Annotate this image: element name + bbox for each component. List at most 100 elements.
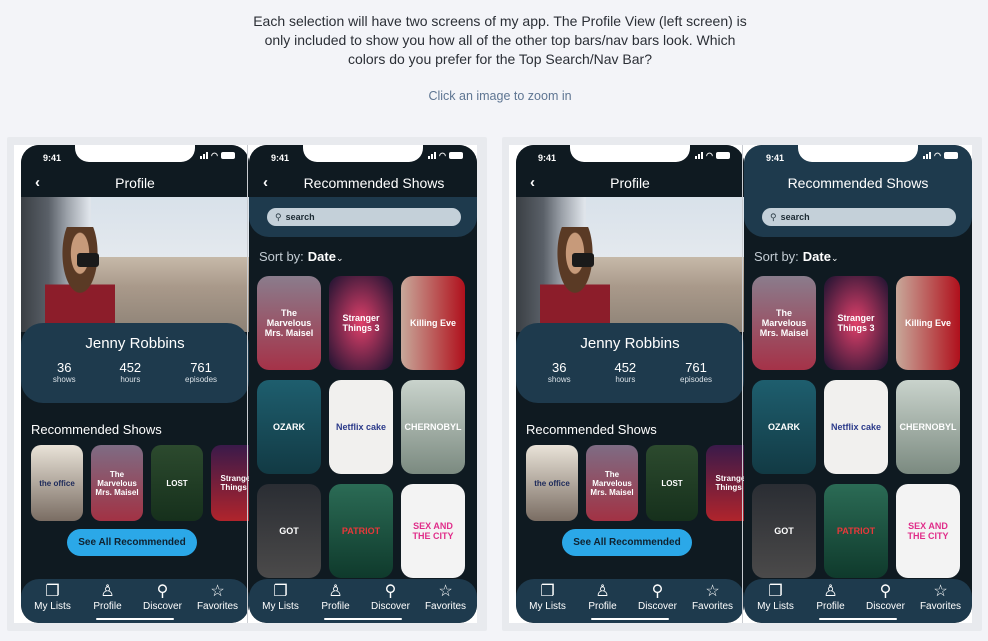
poster[interactable]: The Marvelous Mrs. Maisel xyxy=(752,276,816,370)
poster[interactable]: GOT xyxy=(752,484,816,578)
tab-my-lists[interactable]: ❐ My Lists xyxy=(27,579,79,623)
poster[interactable]: CHERNOBYL xyxy=(896,380,960,474)
recommended-row: the office The Marvelous Mrs. Maisel LOS… xyxy=(31,445,249,521)
battery-icon xyxy=(716,152,730,159)
profile-card: Jenny Robbins 36 shows 452 hours 761 episod… xyxy=(21,323,249,403)
recommended-row: the office The Marvelous Mrs. Maisel LOS… xyxy=(526,445,744,521)
stat-hours: 452 hours xyxy=(614,360,637,384)
signal-icon xyxy=(428,152,437,159)
tab-favorites[interactable]: ☆ Favorites xyxy=(915,579,967,623)
tab-discover[interactable]: ⚲ Discover xyxy=(137,579,189,623)
status-bar: 9:41 ◠ xyxy=(516,145,744,165)
profile-name: Jenny Robbins xyxy=(580,335,680,352)
recommended-title: Recommended Shows xyxy=(31,422,162,437)
sort-control[interactable]: Sort by: Date⌄ xyxy=(259,249,344,264)
poster[interactable]: Killing Eve xyxy=(401,276,465,370)
poster[interactable]: the office xyxy=(526,445,578,521)
notch xyxy=(303,145,423,162)
signal-icon xyxy=(695,152,704,159)
tab-discover[interactable]: ⚲ Discover xyxy=(365,579,417,623)
poster[interactable]: LOST xyxy=(646,445,698,521)
search-input[interactable]: ⚲ search xyxy=(267,208,461,226)
poster[interactable]: Stranger Things 3 xyxy=(211,445,249,521)
wifi-icon: ◠ xyxy=(706,151,713,160)
search-input[interactable]: ⚲ search xyxy=(762,208,956,226)
recommended-screen: Recommended Shows 9:41 ◠ ⚲ search Sort by… xyxy=(744,145,972,623)
option-a-image[interactable]: ‹ Profile 9:41 ◠ Jenny Robbins 36 shows 4… xyxy=(14,145,477,623)
poster[interactable]: PATRIOT xyxy=(329,484,393,578)
wifi-icon: ◠ xyxy=(211,151,218,160)
star-icon: ☆ xyxy=(933,583,948,600)
poster[interactable]: Stranger Things 3 xyxy=(706,445,744,521)
profile-name: Jenny Robbins xyxy=(85,335,185,352)
tab-profile[interactable]: ♙ Profile xyxy=(577,579,629,623)
stat-episodes: 761 episodes xyxy=(680,360,713,384)
poster[interactable]: LOST xyxy=(151,445,203,521)
profile-photo xyxy=(21,197,249,332)
poster[interactable]: OZARK xyxy=(752,380,816,474)
status-bar: 9:41 ◠ xyxy=(249,145,477,165)
tab-discover[interactable]: ⚲ Discover xyxy=(632,579,684,623)
sort-control[interactable]: Sort by: Date⌄ xyxy=(754,249,839,264)
tab-profile[interactable]: ♙ Profile xyxy=(805,579,857,623)
profile-icon: ♙ xyxy=(328,583,343,600)
tab-favorites[interactable]: ☆ Favorites xyxy=(420,579,472,623)
poster[interactable]: PATRIOT xyxy=(824,484,888,578)
search-icon: ⚲ xyxy=(770,211,777,222)
search-icon: ⚲ xyxy=(651,583,664,600)
tab-bar: ❐ My Lists ♙ Profile ⚲ Discover ☆ Favorites xyxy=(21,579,249,623)
poster[interactable]: SEX AND THE CITY xyxy=(401,484,465,578)
poster[interactable]: Netflix cake xyxy=(329,380,393,474)
see-all-button[interactable]: See All Recommended xyxy=(562,529,692,556)
poster[interactable]: Netflix cake xyxy=(824,380,888,474)
poster[interactable]: SEX AND THE CITY xyxy=(896,484,960,578)
tab-profile[interactable]: ♙ Profile xyxy=(82,579,134,623)
stat-shows: 36 shows xyxy=(52,360,76,384)
status-time: 9:41 xyxy=(538,153,557,163)
home-indicator xyxy=(96,618,174,620)
wifi-icon: ◠ xyxy=(934,151,941,160)
tab-my-lists[interactable]: ❐ My Lists xyxy=(750,579,802,623)
signal-icon xyxy=(200,152,209,159)
battery-icon xyxy=(221,152,235,159)
status-bar: 9:41 ◠ xyxy=(744,145,972,165)
star-icon: ☆ xyxy=(438,583,453,600)
screen-title: Profile xyxy=(115,175,155,191)
poster-grid: The Marvelous Mrs. Maisel Stranger Thing… xyxy=(752,276,962,578)
profile-icon: ♙ xyxy=(595,583,610,600)
poster[interactable]: CHERNOBYL xyxy=(401,380,465,474)
back-icon[interactable]: ‹ xyxy=(263,174,268,191)
profile-screen: ‹ Profile 9:41 ◠ Jenny Robbins 36 shows 4… xyxy=(516,145,744,623)
poster[interactable]: The Marvelous Mrs. Maisel xyxy=(257,276,321,370)
tab-discover[interactable]: ⚲ Discover xyxy=(860,579,912,623)
poster[interactable]: The Marvelous Mrs. Maisel xyxy=(91,445,143,521)
tab-profile[interactable]: ♙ Profile xyxy=(310,579,362,623)
tab-my-lists[interactable]: ❐ My Lists xyxy=(255,579,307,623)
tab-favorites[interactable]: ☆ Favorites xyxy=(192,579,244,623)
poster[interactable]: The Marvelous Mrs. Maisel xyxy=(586,445,638,521)
poster[interactable]: the office xyxy=(31,445,83,521)
poster[interactable]: GOT xyxy=(257,484,321,578)
poster[interactable]: OZARK xyxy=(257,380,321,474)
option-b-image[interactable]: ‹ Profile 9:41 ◠ Jenny Robbins 36 shows 4… xyxy=(509,145,972,623)
lists-icon: ❐ xyxy=(45,583,60,600)
profile-card: Jenny Robbins 36 shows 452 hours 761 episod… xyxy=(516,323,744,403)
poster[interactable]: Stranger Things 3 xyxy=(824,276,888,370)
poster-grid: The Marvelous Mrs. Maisel Stranger Thing… xyxy=(257,276,467,578)
signal-icon xyxy=(923,152,932,159)
option-a-card[interactable]: ‹ Profile 9:41 ◠ Jenny Robbins 36 shows 4… xyxy=(7,137,487,631)
search-icon: ⚲ xyxy=(384,583,397,600)
poster[interactable]: Killing Eve xyxy=(896,276,960,370)
battery-icon xyxy=(449,152,463,159)
battery-icon xyxy=(944,152,958,159)
tab-my-lists[interactable]: ❐ My Lists xyxy=(522,579,574,623)
search-icon: ⚲ xyxy=(879,583,892,600)
see-all-button[interactable]: See All Recommended xyxy=(67,529,197,556)
question-text: Each selection will have two screens of … xyxy=(253,13,747,67)
tab-favorites[interactable]: ☆ Favorites xyxy=(687,579,739,623)
poster[interactable]: Stranger Things 3 xyxy=(329,276,393,370)
search-icon: ⚲ xyxy=(156,583,169,600)
option-b-card[interactable]: ‹ Profile 9:41 ◠ Jenny Robbins 36 shows 4… xyxy=(502,137,982,631)
status-time: 9:41 xyxy=(271,153,290,163)
lists-icon: ❐ xyxy=(273,583,288,600)
